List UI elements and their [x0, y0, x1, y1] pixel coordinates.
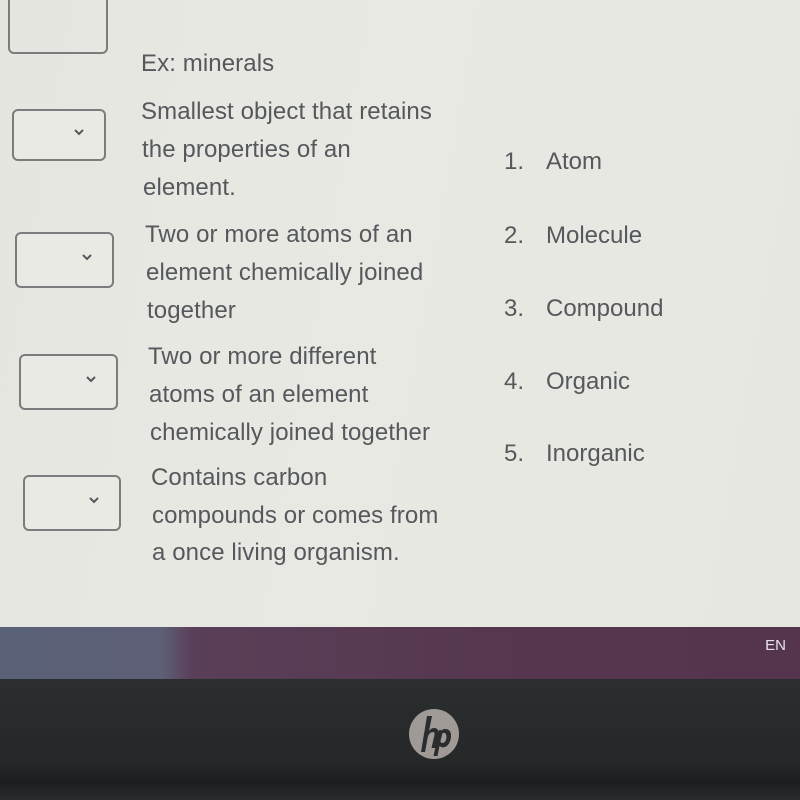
example-text: Ex: minerals	[141, 50, 275, 77]
row-1-line-1: Smallest object that retains	[141, 98, 432, 125]
row-3-line-1: Two or more different	[148, 343, 377, 370]
dropdown-row-2[interactable]	[15, 232, 114, 288]
answer-number: 2.	[504, 222, 525, 249]
quiz-screen: Ex: minerals Smallest object that retain…	[0, 0, 800, 627]
answer-item-2: 2. Molecule	[504, 222, 642, 250]
row-4-line-1: Contains carbon	[151, 464, 328, 491]
dropdown-row-1[interactable]	[12, 109, 106, 161]
laptop-bezel	[0, 679, 800, 800]
answer-label: Compound	[546, 295, 664, 322]
answer-label: Molecule	[546, 222, 643, 249]
dropdown-row-3[interactable]	[19, 354, 118, 410]
language-indicator[interactable]: EN	[765, 637, 786, 654]
dropdown-row-4[interactable]	[23, 475, 121, 531]
answer-item-4: 4. Organic	[504, 368, 630, 396]
row-3-line-3: chemically joined together	[150, 419, 431, 446]
answer-label: Inorganic	[546, 440, 645, 467]
chevron-down-icon	[89, 497, 99, 504]
answer-label: Organic	[546, 368, 631, 395]
row-4-line-2: compounds or comes from	[152, 502, 439, 529]
row-1-line-2: the properties of an	[142, 136, 351, 163]
chevron-down-icon	[86, 376, 96, 383]
answer-number: 5.	[504, 440, 525, 467]
row-1-line-3: element.	[143, 174, 236, 201]
answer-number: 4.	[504, 368, 525, 395]
answer-label: Atom	[546, 148, 603, 175]
answer-number: 3.	[504, 295, 525, 322]
row-2-line-1: Two or more atoms of an	[145, 221, 413, 248]
hp-logo-icon	[409, 709, 459, 759]
row-2-line-3: together	[147, 297, 236, 324]
chevron-down-icon	[82, 254, 92, 261]
answer-item-3: 3. Compound	[504, 295, 663, 323]
dropdown-partial[interactable]	[8, 0, 108, 54]
taskbar: EN	[0, 627, 800, 679]
answer-item-1: 1. Atom	[504, 148, 602, 176]
row-2-line-2: element chemically joined	[146, 259, 424, 286]
row-3-line-2: atoms of an element	[149, 381, 369, 408]
answer-item-5: 5. Inorganic	[504, 440, 645, 468]
row-4-line-3: a once living organism.	[152, 539, 400, 566]
chevron-down-icon	[74, 129, 84, 136]
answer-number: 1.	[504, 148, 525, 175]
